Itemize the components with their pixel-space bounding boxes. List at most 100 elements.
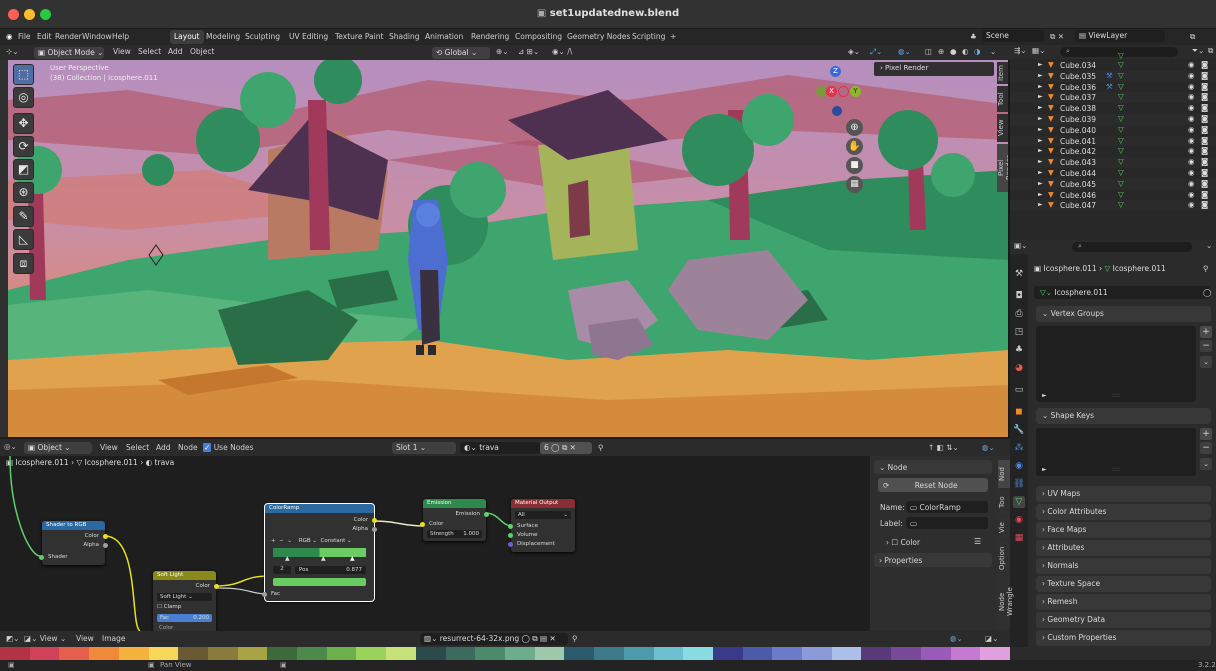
tab-modeling[interactable]: Modeling [202,30,244,44]
properties-options-icon[interactable]: ⌄ [1206,241,1212,250]
section-custom-properties[interactable]: › Custom Properties [1036,630,1211,646]
palette-swatch[interactable] [920,647,952,660]
image-mode-selector[interactable]: ◪⌄ View ⌄ [24,634,66,643]
render-camera-icon[interactable]: ◙ [1201,179,1208,188]
collection-tab-icon[interactable]: ▭ [1013,384,1025,396]
gizmo-x-axis-icon[interactable]: X [826,86,837,97]
outliner-row[interactable]: ► ▼ Cube.045 ▽ ◉ ◙ [1010,178,1216,190]
section-face-maps[interactable]: › Face Maps [1036,522,1211,538]
palette-swatch[interactable] [178,647,209,660]
visibility-eye-icon[interactable]: ◉ [1188,92,1195,101]
socket-input-volume[interactable] [508,533,513,538]
socket-output-emission[interactable] [484,512,489,517]
pixel-render-panel[interactable]: › Pixel Render [874,62,994,76]
xray-icon[interactable]: ◫ [925,47,932,56]
new-view-layer-icon[interactable]: ⧉ [1190,32,1195,42]
expand-arrow-icon[interactable]: ► [1038,137,1043,144]
shape-key-list[interactable]: ► :::: [1036,428,1196,476]
expand-arrow-icon[interactable]: ► [1038,83,1043,90]
section-vertex-groups[interactable]: ⌄ Vertex Groups [1036,306,1211,322]
expand-arrow-icon[interactable]: ► [1038,169,1043,176]
render-camera-icon[interactable]: ◙ [1201,136,1208,145]
node-editor-type-icon[interactable]: ◎⌄ [4,442,17,451]
move-tool-icon[interactable]: ✥ [13,113,34,134]
node-emission[interactable]: Emission Emission Color Strength 1.000 [420,499,489,541]
expand-arrow-icon[interactable]: ► [1038,191,1043,198]
palette-swatch[interactable] [772,647,803,660]
visibility-eye-icon[interactable]: ◉ [1188,200,1195,209]
menu-help[interactable]: Help [112,32,129,41]
gizmo-y-axis-icon[interactable]: Y [850,86,861,97]
image-editor-type-icon[interactable]: ◩⌄ [6,634,19,643]
scene-icon[interactable]: ♣ [970,32,977,41]
socket-input-fac[interactable] [262,592,267,597]
ortho-toggle-icon[interactable]: ▦ [846,176,863,193]
view-layer-tab-icon[interactable]: ◳ [1013,326,1025,338]
rotate-tool-icon[interactable]: ⟳ [13,136,34,157]
palette-swatch[interactable] [950,647,981,660]
output-tab-icon[interactable]: ⎙ [1013,308,1025,320]
image-display-icon[interactable]: ◪⌄ [985,634,998,643]
stop-position-field[interactable]: Pos 0.877 [295,566,366,574]
clamp-checkbox[interactable]: ☐ Clamp [157,604,181,610]
outliner-row[interactable]: ► ▼ Cube.047 ▽ ◉ ◙ [1010,200,1216,212]
tool-tab-icon[interactable]: ⚒ [1013,268,1025,280]
color-stop-icon[interactable]: ▲ [350,555,355,562]
outliner-row[interactable]: ► ▼ Cube.038 ▽ ◉ ◙ [1010,103,1216,114]
zoom-view-icon[interactable]: ⊕ [846,119,863,136]
palette-swatch[interactable] [475,647,506,660]
palette-swatch[interactable] [594,647,625,660]
stop-index-field[interactable]: 2 [273,566,291,574]
palette-swatch[interactable] [683,647,714,660]
render-camera-icon[interactable]: ◙ [1201,168,1208,177]
pin-image-icon[interactable]: ⚲ [572,634,578,643]
outliner-row[interactable]: ► ▼ Cube.037 ▽ ◉ ◙ [1010,92,1216,104]
node-menu-select[interactable]: Select [126,443,149,452]
outliner-row[interactable]: ► ▼ Cube.044 ▽ ◉ ◙ [1010,168,1216,179]
colorramp-controls[interactable]: + − ⌄ RGB ⌄ Constant ⌄ [271,538,352,544]
render-camera-icon[interactable]: ◙ [1201,190,1208,199]
image-overlay-icon[interactable]: ◍⌄ [950,634,963,643]
render-camera-icon[interactable]: ◙ [1201,82,1208,91]
add-workspace-button[interactable]: + [670,32,676,41]
select-box-tool-icon[interactable]: ⬚ [13,64,34,85]
section-uv-maps[interactable]: › UV Maps [1036,486,1211,502]
world-tab-icon[interactable]: ◕ [1013,362,1025,374]
physics-tab-icon[interactable]: ◉ [1013,460,1025,472]
outliner-row[interactable]: ► ▼ Cube.036 ⚒ ▽ ◉ ◙ [1010,81,1216,93]
render-camera-icon[interactable]: ◙ [1201,71,1208,80]
socket-output-alpha[interactable] [372,527,377,532]
tab-layout[interactable]: Layout [170,30,204,44]
palette-swatch[interactable] [356,647,387,660]
particles-tab-icon[interactable]: ⁂ [1013,442,1025,454]
expand-arrow-icon[interactable]: ► [1038,126,1043,133]
scene-tab-icon[interactable]: ♣ [1013,344,1025,356]
socket-output-color[interactable] [214,584,219,589]
strength-field[interactable]: Strength 1.000 [427,530,482,538]
node-soft-light[interactable]: Soft Light Color Soft Light ⌄ ☐ Clamp Fa… [153,571,219,631]
socket-output-alpha[interactable] [103,543,108,548]
new-scene-icon[interactable]: ⧉ ✕ [1050,32,1064,42]
expand-arrow-icon[interactable]: ► [1038,201,1043,208]
visibility-eye-icon[interactable]: ◉ [1188,136,1195,145]
properties-search-input[interactable]: ⌕ [1072,242,1192,252]
shading-options-icon[interactable]: ⌄ [990,47,996,56]
render-camera-icon[interactable]: ◙ [1201,125,1208,134]
section-geometry-data[interactable]: › Geometry Data [1036,612,1211,628]
pivot-icon[interactable]: ⊕⌄ [496,47,509,56]
list-grip[interactable]: :::: [1112,392,1120,399]
tab-animation[interactable]: Animation [421,30,467,44]
visibility-icon[interactable]: ◈⌄ [848,47,860,56]
tab-uv-editing[interactable]: UV Editing [285,30,332,44]
tab-scripting[interactable]: Scripting [628,30,669,44]
add-shape-key-icon[interactable]: + [1200,428,1212,440]
expand-arrow-icon[interactable]: ► [1038,115,1043,122]
shading-solid-icon[interactable]: ● [950,47,957,56]
tab-shading[interactable]: Shading [385,30,423,44]
palette-swatch[interactable] [505,647,536,660]
outliner-row[interactable]: ► ▼ Cube.043 ▽ ◉ ◙ [1010,157,1216,168]
render-camera-icon[interactable]: ◙ [1201,146,1208,155]
palette-swatch[interactable] [623,647,655,660]
remove-vertex-group-icon[interactable]: − [1200,340,1212,352]
render-camera-icon[interactable]: ◙ [1201,103,1208,112]
